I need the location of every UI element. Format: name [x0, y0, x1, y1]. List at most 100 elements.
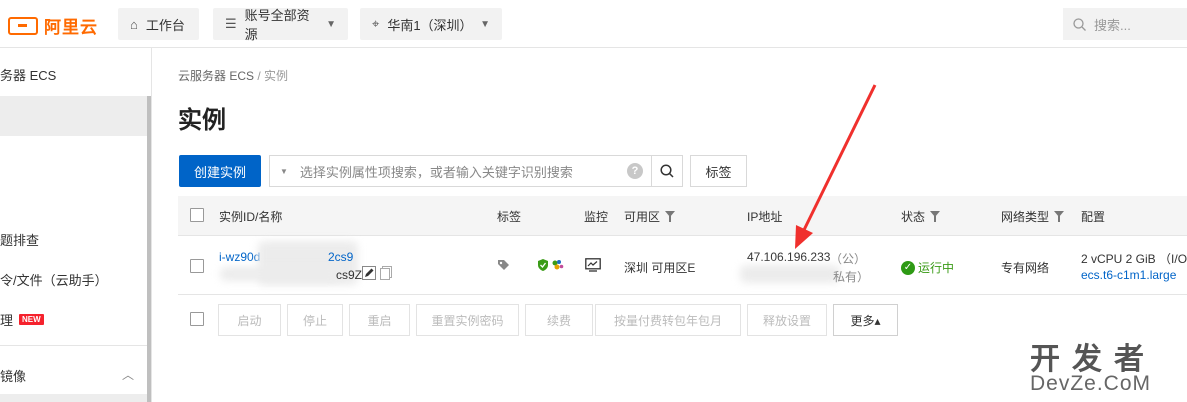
column-tags: 标签 [497, 208, 521, 225]
create-instance-button[interactable]: 创建实例 [179, 155, 261, 187]
caret-down-icon[interactable]: ▼ [280, 167, 288, 176]
chevron-up-icon[interactable]: ︿ [122, 366, 134, 383]
top-bar: 阿里云 ⌂ 工作台 ☰ 账号全部资源 ▼ ⌖ 华南1（深圳） ▼ 搜索... [0, 0, 1187, 48]
pencil-icon [362, 266, 376, 280]
aliyun-logo[interactable]: 阿里云 [8, 13, 98, 38]
tag-icon[interactable] [497, 259, 510, 275]
zone-value: 深圳 可用区E [624, 261, 696, 275]
region-selector[interactable]: ⌖ 华南1（深圳） ▼ [360, 8, 502, 40]
copy-glyph [380, 266, 392, 280]
column-instance-id: 实例ID/名称 [219, 208, 282, 225]
sidebar-group-divider [0, 345, 148, 346]
sidebar-item-label: 题排查 [0, 233, 40, 248]
more-actions-button[interactable]: 更多▴ [833, 304, 898, 336]
edit-icon[interactable] [362, 266, 376, 283]
copy-icon[interactable] [380, 266, 392, 283]
restart-button[interactable]: 重启 [349, 304, 410, 336]
column-monitor: 监控 [584, 208, 608, 225]
workbench-label: 工作台 [145, 17, 185, 33]
status-badge: ✓ 运行中 [901, 259, 954, 276]
chevron-down-icon: ▼ [480, 18, 490, 30]
network-type: 专有网络 [1001, 261, 1050, 275]
column-network[interactable]: 网络类型 [1001, 208, 1065, 225]
breadcrumb: 云服务器 ECS / 实例 [178, 67, 288, 84]
server-icon: ☰ [225, 16, 237, 31]
watermark: 开发者 DevZe.CoM [1030, 334, 1156, 396]
search-icon [1073, 17, 1086, 31]
sidebar-item-selected[interactable] [0, 394, 148, 402]
home-icon: ⌂ [130, 16, 138, 32]
status-label: 运行中 [918, 261, 955, 275]
select-all-checkbox[interactable] [190, 208, 204, 222]
chevron-down-icon: ▼ [326, 18, 336, 30]
sidebar-scrollbar[interactable] [147, 96, 151, 402]
table-header: 实例ID/名称 标签 监控 可用区 IP地址 状态 网络类型 配置 [178, 196, 1187, 236]
public-ip: 47.106.196.233 [747, 250, 831, 264]
search-button[interactable] [651, 155, 683, 187]
column-label: IP地址 [747, 210, 783, 224]
global-search-input[interactable]: 搜索... [1063, 8, 1187, 40]
sidebar-group-images[interactable]: 镜像 [0, 366, 26, 385]
sidebar-item-active[interactable] [0, 96, 148, 136]
column-label: 配置 [1081, 210, 1106, 224]
aliyun-logo-icon [8, 16, 38, 35]
sidebar-item-cloud-assistant[interactable]: 令/文件（云助手） [0, 270, 108, 289]
column-label: 实例ID/名称 [219, 210, 283, 224]
watermark-subtitle: DevZe.CoM [1030, 372, 1152, 395]
column-label: 网络类型 [1001, 210, 1050, 224]
new-badge: NEW [19, 314, 44, 325]
tag-filter-button[interactable]: 标签 [690, 155, 747, 187]
workbench-button[interactable]: ⌂ 工作台 [118, 8, 199, 40]
instance-name: cs9Z [336, 268, 363, 282]
column-label: 可用区 [624, 210, 661, 224]
column-status[interactable]: 状态 [901, 208, 941, 225]
redacted-area [740, 265, 840, 283]
instance-id-link[interactable]: i-wz90d [219, 250, 260, 264]
page-title: 实例 [178, 107, 226, 134]
instance-search-input[interactable]: ▼ 选择实例属性项搜索，或者输入关键字识别搜索 ? [269, 155, 652, 187]
column-label: 标签 [497, 210, 522, 224]
instance-search-placeholder: 选择实例属性项搜索，或者输入关键字识别搜索 [299, 164, 573, 180]
release-settings-button[interactable]: 释放设置 [747, 304, 827, 336]
sidebar-item-label: 令/文件（云助手） [0, 273, 108, 288]
column-zone[interactable]: 可用区 [624, 208, 676, 225]
reset-password-button[interactable]: 重置实例密码 [416, 304, 519, 336]
security-status-icon[interactable] [537, 258, 567, 275]
bulk-select-checkbox[interactable] [190, 312, 204, 326]
resource-selector[interactable]: ☰ 账号全部资源 ▼ [213, 8, 348, 42]
monitor-icon[interactable] [585, 258, 601, 275]
ip-type-private: 私有） [833, 270, 870, 284]
row-checkbox[interactable] [190, 259, 204, 273]
breadcrumb-root[interactable]: 云服务器 ECS [178, 69, 254, 83]
column-config: 配置 [1081, 208, 1105, 225]
sidebar-item-troubleshoot[interactable]: 题排查 [0, 230, 39, 249]
shield-icon [538, 259, 564, 271]
help-icon[interactable]: ? [627, 163, 643, 179]
tag-glyph [498, 260, 509, 270]
renew-button[interactable]: 续费 [525, 304, 593, 336]
region-label: 华南1（深圳） [387, 17, 473, 33]
column-ip: IP地址 [747, 208, 782, 225]
instance-id-tail[interactable]: 2cs9 [328, 250, 353, 264]
sidebar-title: 务器 ECS [0, 68, 57, 83]
monitor-glyph [585, 258, 601, 272]
redacted-area [220, 267, 340, 281]
stop-button[interactable]: 停止 [287, 304, 343, 336]
logo-text: 阿里云 [44, 18, 98, 37]
filter-icon[interactable] [1054, 211, 1065, 222]
sidebar-item-management[interactable]: 理 NEW [0, 310, 44, 329]
global-search-placeholder: 搜索... [1094, 17, 1131, 33]
convert-billing-button[interactable]: 按量付费转包年包月 [595, 304, 741, 336]
sidebar-group-label: 镜像 [0, 369, 27, 384]
table-row: i-wz90d 2cs9 cs9Z 深圳 可用区E 47.106.196.233… [178, 237, 1187, 295]
column-label: 状态 [901, 210, 926, 224]
start-button[interactable]: 启动 [218, 304, 281, 336]
check-circle-icon: ✓ [901, 260, 915, 275]
filter-icon[interactable] [930, 211, 941, 222]
column-label: 监控 [584, 210, 609, 224]
instance-type-link[interactable]: ecs.t6-c1m1.large [1081, 268, 1176, 282]
instance-id-head: i-wz90d [219, 250, 261, 264]
search-icon [660, 164, 674, 178]
config-spec: 2 vCPU 2 GiB （I/O优 [1081, 252, 1187, 266]
filter-icon[interactable] [665, 211, 676, 222]
